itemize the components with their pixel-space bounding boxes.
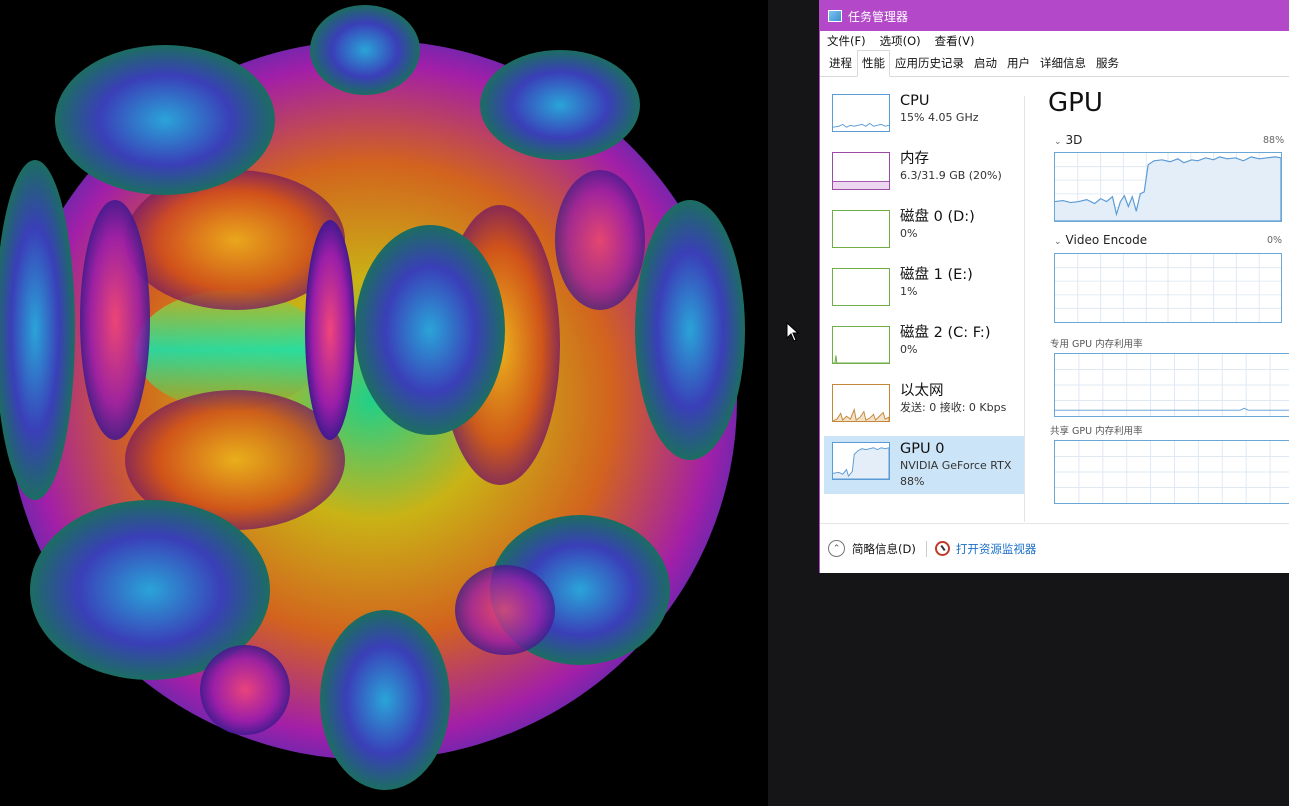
dedicated-memory-label: 专用 GPU 内存利用率 (1050, 339, 1143, 350)
resource-name: CPU (900, 93, 930, 109)
panel-divider (1024, 96, 1025, 522)
menu-bar: 文件(F) 选项(O) 查看(V) (820, 31, 1289, 51)
disk-1-thumbnail-graph (832, 268, 890, 306)
chevron-down-icon: ⌄ (1054, 237, 1062, 247)
title-bar[interactable]: 任务管理器 (820, 1, 1289, 31)
resource-monitor-label: 打开资源监视器 (955, 541, 1037, 556)
resource-monitor-icon (934, 541, 950, 556)
tab-users[interactable]: 用户 (1002, 50, 1035, 76)
ethernet-thumbnail-graph (832, 384, 890, 422)
fractal-render-image (0, 0, 768, 806)
fewer-details-button[interactable]: ⌃ 简略信息(D) (828, 540, 916, 557)
menu-options[interactable]: 选项(O) (880, 33, 921, 49)
menu-view[interactable]: 查看(V) (935, 33, 975, 49)
gpu-0-thumbnail-graph (832, 442, 890, 480)
detail-title: GPU (1048, 88, 1103, 118)
resource-name: 以太网 (900, 383, 944, 399)
graph-encode-label: Video Encode (1065, 233, 1148, 247)
resource-item-memory[interactable]: 内存 6.3/31.9 GB (20%) (824, 146, 1024, 204)
menu-file[interactable]: 文件(F) (827, 33, 866, 49)
open-resource-monitor-link[interactable]: 打开资源监视器 (934, 541, 1037, 557)
window-title: 任务管理器 (848, 9, 909, 24)
chevron-up-icon: ⌃ (828, 540, 845, 557)
tab-startup[interactable]: 启动 (969, 50, 1002, 76)
task-manager-window[interactable]: 任务管理器 文件(F) 选项(O) 查看(V) 进程 性能 应用历史记录 启动 … (819, 0, 1289, 573)
graph-encode-selector[interactable]: ⌄ Video Encode (1054, 233, 1147, 247)
screen: 任务管理器 文件(F) 选项(O) 查看(V) 进程 性能 应用历史记录 启动 … (0, 0, 1289, 806)
graph-3d-selector[interactable]: ⌄ 3D (1054, 133, 1082, 147)
footer-separator (925, 540, 927, 557)
tab-processes[interactable]: 进程 (824, 50, 857, 76)
resource-item-ethernet[interactable]: 以太网 发送: 0 接收: 0 Kbps (824, 378, 1024, 436)
resource-name: 磁盘 1 (E:) (900, 267, 973, 283)
graph-dedicated-memory (1054, 353, 1289, 417)
resource-name: 内存 (900, 151, 929, 167)
resource-value: 0% (900, 227, 918, 240)
cpu-thumbnail-graph (832, 94, 890, 132)
tab-strip: 进程 性能 应用历史记录 启动 用户 详细信息 服务 (820, 50, 1289, 77)
graph-video-encode (1054, 253, 1282, 323)
graph-3d (1054, 152, 1282, 222)
graph-encode-percent: 0% (1267, 235, 1283, 246)
resource-value: 0% (900, 343, 918, 356)
tab-app-history[interactable]: 应用历史记录 (890, 50, 969, 76)
resource-item-cpu[interactable]: CPU 15% 4.05 GHz (824, 88, 1024, 146)
mouse-cursor-icon (786, 322, 800, 342)
resource-item-disk-2[interactable]: 磁盘 2 (C: F:) 0% (824, 320, 1024, 378)
shared-memory-label: 共享 GPU 内存利用率 (1050, 426, 1143, 437)
task-manager-icon (828, 10, 842, 22)
performance-panel: CPU 15% 4.05 GHz 内存 6.3/31.9 GB (20%) 磁盘… (820, 78, 1289, 523)
resource-name: 磁盘 2 (C: F:) (900, 325, 991, 341)
resource-name: 磁盘 0 (D:) (900, 209, 975, 225)
disk-0-thumbnail-graph (832, 210, 890, 248)
resource-item-gpu-0[interactable]: GPU 0 NVIDIA GeForce RTX 88% (824, 436, 1024, 494)
resource-item-disk-0[interactable]: 磁盘 0 (D:) 0% (824, 204, 1024, 262)
graph-3d-label: 3D (1065, 133, 1083, 147)
fewer-details-label: 简略信息(D) (852, 541, 916, 556)
resource-value: NVIDIA GeForce RTX (900, 459, 1012, 472)
resource-value: 15% 4.05 GHz (900, 111, 979, 124)
chevron-down-icon: ⌄ (1054, 137, 1062, 147)
footer-bar: ⌃ 简略信息(D) 打开资源监视器 (820, 523, 1289, 573)
resource-percent: 88% (900, 475, 925, 488)
tab-details[interactable]: 详细信息 (1035, 50, 1091, 76)
tab-performance[interactable]: 性能 (857, 50, 890, 77)
memory-thumbnail-graph (832, 152, 890, 190)
disk-2-thumbnail-graph (832, 326, 890, 364)
resource-value: 发送: 0 接收: 0 Kbps (900, 401, 1007, 414)
resource-value: 6.3/31.9 GB (20%) (900, 169, 1002, 182)
gpu-detail-panel: GPU ⌄ 3D 88% ⌄ Video Encode 0% 专用 GPU 内存… (1048, 78, 1289, 523)
graph-3d-percent: 88% (1263, 135, 1285, 146)
resource-list: CPU 15% 4.05 GHz 内存 6.3/31.9 GB (20%) 磁盘… (824, 88, 1024, 494)
resource-name: GPU 0 (900, 441, 945, 457)
graph-shared-memory (1054, 440, 1289, 504)
tab-services[interactable]: 服务 (1091, 50, 1124, 76)
resource-item-disk-1[interactable]: 磁盘 1 (E:) 1% (824, 262, 1024, 320)
resource-value: 1% (900, 285, 918, 298)
